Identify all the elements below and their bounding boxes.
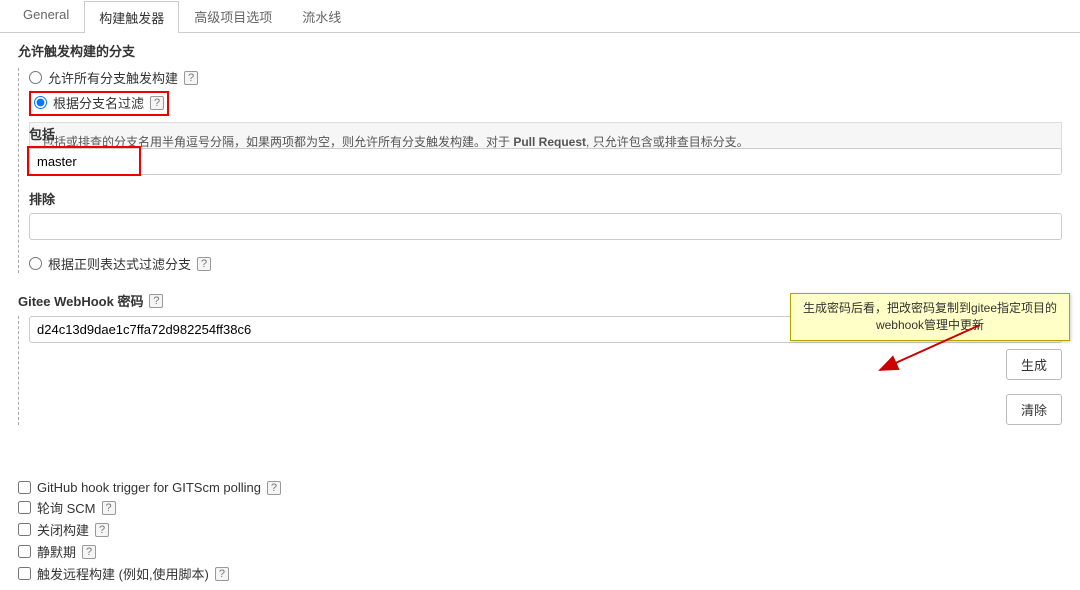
exclude-label: 排除 — [29, 189, 1062, 208]
annotation-callout: 生成密码后看，把改密码复制到gitee指定项目的webhook管理中更新 — [790, 293, 1070, 341]
include-input-full[interactable] — [29, 148, 1062, 175]
radio-filter-branches[interactable] — [34, 96, 47, 109]
checkbox-remote-label: 触发远程构建 (例如,使用脚本) — [37, 564, 209, 583]
checkbox-github-label: GitHub hook trigger for GITScm polling — [37, 480, 261, 495]
tab-bar: General 构建触发器 高级项目选项 流水线 — [0, 0, 1080, 33]
radio-filter-branches-label: 根据分支名过滤 — [53, 93, 144, 112]
tab-triggers[interactable]: 构建触发器 — [84, 1, 179, 33]
help-icon[interactable]: ? — [149, 294, 163, 308]
radio-regex[interactable] — [29, 257, 42, 270]
checkbox-pollscm-row[interactable]: 轮询 SCM ? — [18, 498, 1062, 517]
checkbox-closebuild-row[interactable]: 关闭构建 ? — [18, 520, 1062, 539]
help-icon[interactable]: ? — [150, 96, 164, 110]
help-icon[interactable]: ? — [197, 257, 211, 271]
checkbox-pollscm[interactable] — [18, 501, 31, 514]
radio-all-branches-label: 允许所有分支触发构建 — [48, 68, 178, 87]
exclude-input[interactable] — [29, 213, 1062, 240]
help-icon[interactable]: ? — [102, 501, 116, 515]
help-icon[interactable]: ? — [95, 523, 109, 537]
checkbox-quiet-row[interactable]: 静默期 ? — [18, 542, 1062, 561]
generate-button[interactable]: 生成 — [1006, 349, 1062, 380]
tab-general[interactable]: General — [8, 0, 84, 32]
red-highlight-filter: 根据分支名过滤 ? — [29, 91, 169, 116]
help-icon[interactable]: ? — [184, 71, 198, 85]
webhook-label: Gitee WebHook 密码 — [18, 291, 143, 310]
help-icon[interactable]: ? — [215, 567, 229, 581]
help-icon[interactable]: ? — [267, 481, 281, 495]
checkbox-closebuild-label: 关闭构建 — [37, 520, 89, 539]
radio-regex-label: 根据正则表达式过滤分支 — [48, 254, 191, 273]
checkbox-remote-row[interactable]: 触发远程构建 (例如,使用脚本) ? — [18, 564, 1062, 583]
clear-button[interactable]: 清除 — [1006, 394, 1062, 425]
tab-pipeline[interactable]: 流水线 — [287, 0, 356, 32]
checkbox-quiet-label: 静默期 — [37, 542, 76, 561]
radio-all-branches-row[interactable]: 允许所有分支触发构建 ? — [29, 68, 1062, 87]
checkbox-pollscm-label: 轮询 SCM — [37, 498, 96, 517]
branch-section-title: 允许触发构建的分支 — [18, 41, 1062, 60]
checkbox-github[interactable] — [18, 481, 31, 494]
radio-all-branches[interactable] — [29, 71, 42, 84]
checkbox-closebuild[interactable] — [18, 523, 31, 536]
checkbox-github-row[interactable]: GitHub hook trigger for GITScm polling ? — [18, 480, 1062, 495]
radio-filter-branches-row[interactable]: 根据分支名过滤 ? — [29, 91, 1062, 116]
checkbox-remote[interactable] — [18, 567, 31, 580]
radio-regex-row[interactable]: 根据正则表达式过滤分支 ? — [29, 254, 1062, 273]
checkbox-quiet[interactable] — [18, 545, 31, 558]
tab-advanced[interactable]: 高级项目选项 — [179, 0, 287, 32]
help-icon[interactable]: ? — [82, 545, 96, 559]
